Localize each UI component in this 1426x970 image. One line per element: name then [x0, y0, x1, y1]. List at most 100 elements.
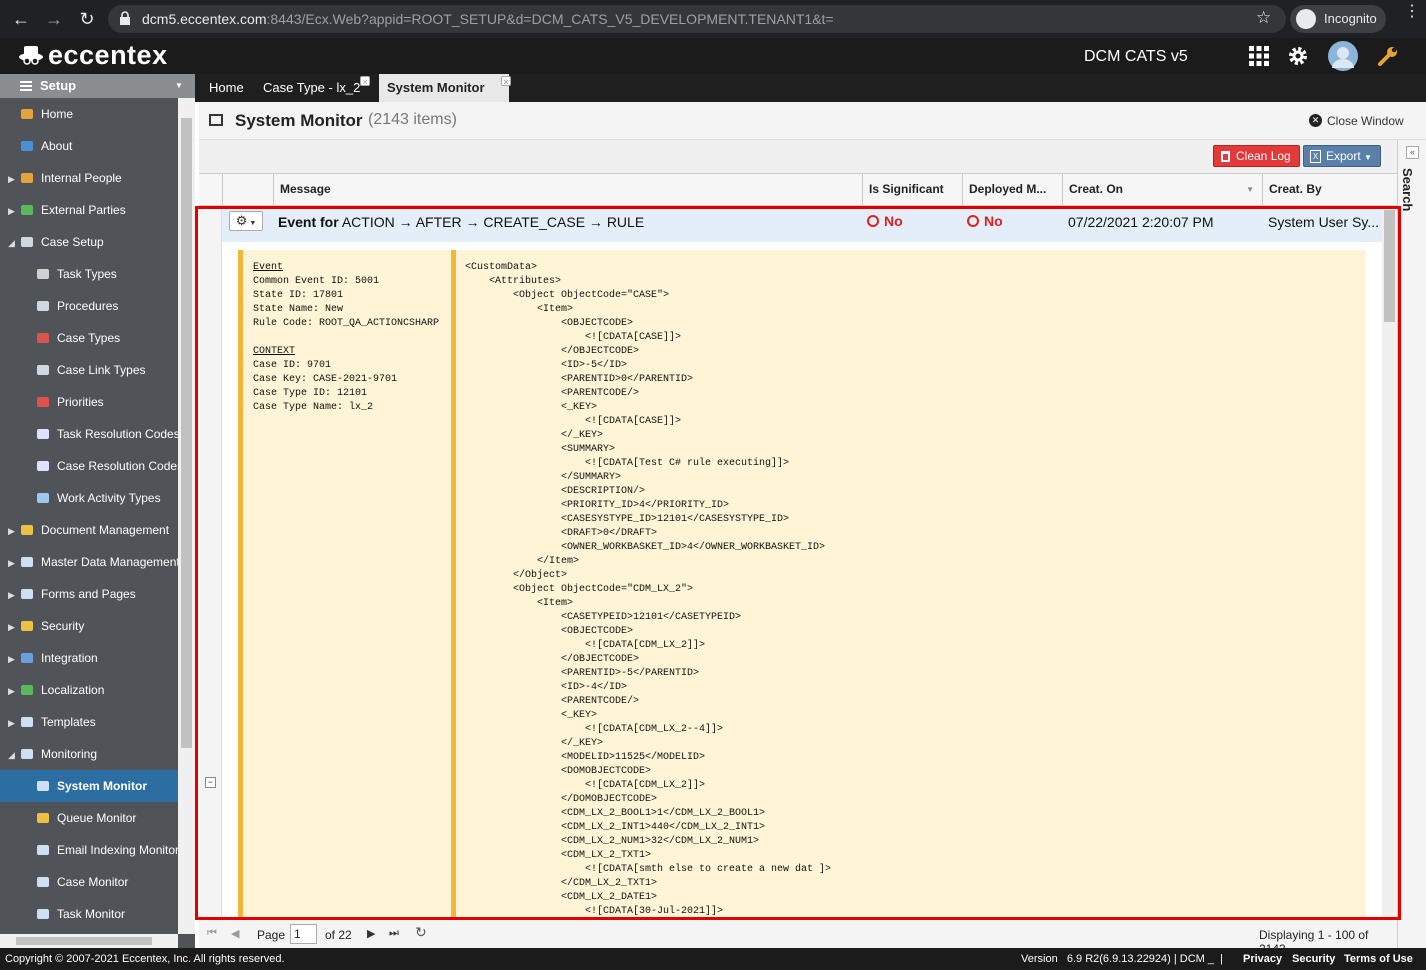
- sidebar-item-work-activity-types[interactable]: Work Activity Types: [0, 482, 178, 514]
- terms-link[interactable]: Terms of Use: [1344, 948, 1413, 970]
- globe-icon: [19, 682, 35, 698]
- sidebar-item-procedures[interactable]: Procedures: [0, 290, 178, 322]
- page-input[interactable]: 1: [290, 924, 317, 944]
- address-bar[interactable]: dcm5.eccentex.com:8443/Ecx.Web?appid=ROO…: [108, 5, 1286, 33]
- sidebar-item-task-types[interactable]: Task Types: [0, 258, 178, 290]
- table-row[interactable]: ⚙ ▼ Event for ACTION → AFTER → CREATE_CA…: [222, 206, 1382, 242]
- collapse-row-icon[interactable]: −: [205, 777, 216, 788]
- sidebar-item-external-parties[interactable]: ▶ External Parties: [0, 194, 178, 226]
- last-page-icon[interactable]: ⏭: [389, 927, 399, 940]
- sidebar-item-monitoring[interactable]: ◢ Monitoring: [0, 738, 178, 770]
- column-created-by[interactable]: Creat. By: [1262, 174, 1397, 205]
- close-window-button[interactable]: ✕ Close Window: [1309, 114, 1404, 128]
- sidebar-item-email-indexing-monitor[interactable]: Email Indexing Monitor: [0, 834, 178, 866]
- expand-icon[interactable]: ▶: [8, 651, 15, 667]
- close-tab-icon[interactable]: ×: [501, 76, 511, 87]
- sidebar-item-about[interactable]: About: [0, 130, 178, 162]
- sidebar-item-case-setup[interactable]: ◢ Case Setup: [0, 226, 178, 258]
- forward-icon[interactable]: →: [43, 8, 65, 30]
- export-button[interactable]: X Export ▼: [1303, 145, 1381, 167]
- sidebar-item-label: System Monitor: [57, 779, 148, 793]
- sidebar-item-case-link-types[interactable]: Case Link Types: [0, 354, 178, 386]
- expand-icon[interactable]: ▶: [8, 715, 15, 731]
- apps-grid-icon[interactable]: [1247, 44, 1271, 68]
- expand-search-icon[interactable]: «: [1406, 146, 1419, 159]
- sidebar-item-priorities[interactable]: Priorities: [0, 386, 178, 418]
- prev-page-icon[interactable]: ◀: [231, 927, 239, 940]
- sidebar-item-case-types[interactable]: Case Types: [0, 322, 178, 354]
- expand-icon[interactable]: ▶: [8, 555, 15, 571]
- sidebar-item-security[interactable]: ▶ Security: [0, 610, 178, 642]
- sidebar-item-case-monitor[interactable]: Case Monitor: [0, 866, 178, 898]
- column-message[interactable]: Message: [273, 174, 862, 205]
- sidebar-item-label: Task Monitor: [57, 907, 126, 921]
- expand-icon[interactable]: ◢: [8, 235, 15, 251]
- first-page-icon[interactable]: ⏮: [207, 927, 217, 940]
- close-tab-icon[interactable]: ×: [360, 76, 371, 87]
- star-icon: [35, 810, 51, 826]
- sidebar-item-master-data-management[interactable]: ▶ Master Data Management: [0, 546, 178, 578]
- created-by-cell: System User Sy...: [1268, 214, 1379, 230]
- clean-log-button[interactable]: Clean Log: [1213, 145, 1300, 167]
- column-created-on[interactable]: Creat. On ▼: [1062, 174, 1262, 205]
- next-page-icon[interactable]: ▶: [367, 927, 375, 940]
- expand-icon[interactable]: ▶: [8, 619, 15, 635]
- sidebar-item-document-management[interactable]: ▶ Document Management: [0, 514, 178, 546]
- sidebar-item-task-monitor[interactable]: Task Monitor: [0, 898, 178, 930]
- sidebar-item-label: Email Indexing Monitor: [57, 843, 178, 857]
- sidebar-item-task-resolution-codes[interactable]: Task Resolution Codes: [0, 418, 178, 450]
- privacy-link[interactable]: Privacy: [1243, 948, 1282, 970]
- column-deployed[interactable]: Deployed M...: [962, 174, 1062, 205]
- app-logo[interactable]: eccentex: [18, 40, 168, 71]
- info-icon: [19, 138, 35, 154]
- page-title: System Monitor: [235, 111, 363, 130]
- row-actions-button[interactable]: ⚙ ▼: [229, 211, 263, 231]
- sidebar-item-label: About: [41, 139, 73, 153]
- column-is-significant[interactable]: Is Significant: [862, 174, 962, 205]
- sidebar-item-templates[interactable]: ▶ Templates: [0, 706, 178, 738]
- sidebar-horizontal-scrollbar[interactable]: [0, 934, 178, 948]
- tab-case-type[interactable]: Case Type - lx_2 ×: [255, 74, 371, 102]
- expand-icon[interactable]: ▶: [8, 203, 15, 219]
- page-label: Page: [257, 928, 286, 942]
- monitor-icon: [19, 746, 35, 762]
- expand-icon[interactable]: ▶: [8, 171, 15, 187]
- incognito-badge[interactable]: Incognito: [1290, 5, 1386, 33]
- url-text: dcm5.eccentex.com:8443/Ecx.Web?appid=ROO…: [142, 11, 834, 27]
- row-gutter: −: [199, 206, 222, 918]
- sidebar-item-case-resolution-codes[interactable]: Case Resolution Codes: [0, 450, 178, 482]
- back-icon[interactable]: ←: [10, 8, 32, 30]
- tab-system-monitor[interactable]: System Monitor ×: [379, 74, 511, 102]
- search-panel-rail[interactable]: « Search: [1397, 140, 1426, 948]
- reload-icon[interactable]: ↻: [76, 8, 98, 30]
- sidebar-item-home[interactable]: Home: [0, 98, 178, 130]
- sidebar-item-forms-and-pages[interactable]: ▶ Forms and Pages: [0, 578, 178, 610]
- sidebar-scrollbar[interactable]: [178, 98, 195, 934]
- security-link[interactable]: Security: [1292, 948, 1335, 970]
- globe-icon: [19, 202, 35, 218]
- avatar[interactable]: [1328, 41, 1358, 71]
- expand-icon[interactable]: ▶: [8, 523, 15, 539]
- expand-icon[interactable]: ▶: [8, 587, 15, 603]
- gear-icon[interactable]: [1286, 44, 1310, 68]
- browser-menu-icon[interactable]: ⋮: [1404, 4, 1420, 20]
- sidebar-item-localization[interactable]: ▶ Localization: [0, 674, 178, 706]
- people-icon: [19, 170, 35, 186]
- bookmark-star-icon[interactable]: ☆: [1256, 8, 1271, 28]
- monitor-icon: [35, 874, 51, 890]
- sidebar-item-internal-people[interactable]: ▶ Internal People: [0, 162, 178, 194]
- refresh-icon[interactable]: ↻: [415, 924, 427, 941]
- circle-icon: [967, 215, 979, 227]
- sidebar-item-queue-monitor[interactable]: Queue Monitor: [0, 802, 178, 834]
- sidebar-item-label: Priorities: [57, 395, 104, 409]
- expand-icon[interactable]: ▶: [8, 683, 15, 699]
- tag-icon: [35, 426, 51, 442]
- sidebar: Setup ▼ Home About ▶ Internal People ▶ Extern…: [0, 74, 195, 948]
- sidebar-item-system-monitor[interactable]: System Monitor: [0, 770, 178, 802]
- tab-home[interactable]: Home: [201, 74, 252, 102]
- sidebar-header[interactable]: Setup ▼: [0, 74, 195, 98]
- expand-icon[interactable]: ◢: [8, 747, 15, 763]
- wrench-icon[interactable]: [1376, 44, 1400, 68]
- sidebar-item-integration[interactable]: ▶ Integration: [0, 642, 178, 674]
- grid-scrollbar[interactable]: [1382, 206, 1397, 918]
